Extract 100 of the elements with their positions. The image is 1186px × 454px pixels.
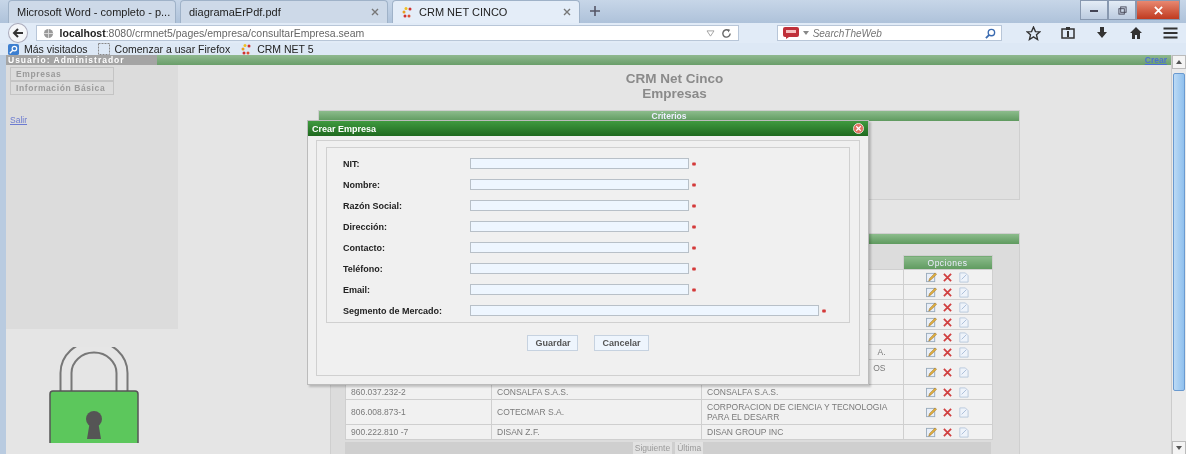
input-field[interactable] — [470, 263, 689, 274]
document-icon[interactable] — [958, 406, 969, 418]
delete-icon[interactable] — [943, 347, 952, 357]
browser-tab[interactable]: CRM NET CINCO — [392, 0, 580, 23]
document-icon[interactable] — [958, 271, 969, 283]
field-label: Razón Social: — [343, 200, 403, 211]
edit-icon[interactable] — [926, 426, 937, 438]
input-field[interactable] — [470, 158, 689, 169]
input-field[interactable] — [470, 284, 689, 295]
edit-icon[interactable] — [926, 406, 937, 418]
dropdown-icon[interactable] — [802, 31, 809, 35]
restore-button[interactable] — [1108, 0, 1136, 20]
input-field[interactable] — [470, 179, 689, 190]
edit-icon[interactable] — [926, 331, 937, 343]
document-icon[interactable] — [958, 346, 969, 358]
delete-icon[interactable] — [943, 272, 952, 282]
document-icon[interactable] — [958, 366, 969, 378]
menu-icon[interactable] — [1163, 27, 1178, 39]
globe-icon — [42, 27, 54, 39]
left-arrow-icon — [11, 27, 24, 39]
field-label: Nombre: — [343, 179, 381, 190]
edit-icon[interactable] — [926, 366, 937, 378]
search-bar[interactable]: SearchTheWeb — [776, 25, 1002, 41]
search-field[interactable]: SearchTheWeb — [812, 27, 981, 39]
close-button[interactable] — [1136, 0, 1180, 20]
field-label: NIT: — [343, 158, 361, 169]
page-title: Empresas — [642, 86, 707, 101]
table-cell: 860.037.232-2 — [351, 387, 406, 397]
dots-logo-icon — [401, 6, 413, 18]
delete-icon[interactable] — [943, 317, 952, 327]
minimize-icon — [1089, 7, 1099, 13]
edit-icon[interactable] — [926, 286, 937, 298]
down-arrow-icon[interactable] — [1176, 446, 1182, 450]
table-cell: DISAN GROUP INC — [707, 427, 784, 437]
dropdown-icon[interactable] — [705, 29, 715, 37]
field-label: Email: — [343, 284, 371, 295]
bookmark[interactable]: CRM NET 5 — [240, 43, 314, 55]
close-icon — [1153, 5, 1163, 15]
magnifier-icon — [8, 43, 19, 55]
delete-icon[interactable] — [943, 407, 952, 417]
table-cell-text: A. — [876, 347, 887, 357]
input-field[interactable] — [470, 200, 689, 211]
delete-icon[interactable] — [943, 302, 952, 312]
bookmark[interactable]: Más visitados — [8, 43, 88, 55]
search-icon[interactable] — [985, 27, 996, 39]
scrollbar[interactable] — [1171, 55, 1186, 454]
dashed-square-icon — [97, 43, 110, 55]
table-cell-text: OS — [872, 362, 887, 375]
restore-icon — [1117, 5, 1127, 15]
document-icon[interactable] — [958, 426, 969, 438]
delete-icon[interactable] — [943, 332, 952, 342]
close-icon[interactable] — [371, 8, 379, 16]
edit-icon[interactable] — [926, 346, 937, 358]
table-cell: COTECMAR S.A. — [497, 407, 565, 417]
edit-icon[interactable] — [926, 301, 937, 313]
delete-icon[interactable] — [943, 387, 952, 397]
clipboard-icon[interactable] — [1061, 26, 1075, 40]
up-arrow-icon[interactable] — [1176, 60, 1182, 64]
delete-icon[interactable] — [943, 427, 952, 437]
edit-icon[interactable] — [926, 386, 937, 398]
browser-tab[interactable]: diagramaErPdf.pdf — [180, 0, 388, 23]
download-icon[interactable] — [1095, 26, 1109, 40]
delete-icon[interactable] — [943, 367, 952, 377]
reload-icon[interactable] — [720, 27, 732, 39]
dialog-button[interactable]: Guardar — [527, 335, 579, 351]
edit-icon[interactable] — [926, 316, 937, 328]
delete-icon[interactable] — [943, 287, 952, 297]
padlock-icon — [48, 347, 140, 443]
table-cell: CORPORACION DE CIENCIA Y TECNOLOGIA PARA EL DESARR — [707, 402, 887, 422]
table-cell: CONSALFA S.A.S. — [497, 387, 569, 397]
address-bar[interactable]: localhost:8080/crmnet5/pages/empresa/consultarEmpresa.seam — [35, 25, 739, 41]
app-title: CRM Net Cinco — [625, 71, 724, 86]
home-icon[interactable] — [1129, 26, 1143, 40]
column-header: Opciones — [903, 255, 992, 270]
table-cell: 806.008.873-1 — [351, 407, 406, 417]
field-label: Teléfono: — [343, 263, 384, 274]
document-icon[interactable] — [958, 386, 969, 398]
document-icon[interactable] — [958, 331, 969, 343]
browser-tab[interactable]: Microsoft Word - completo - p... — [8, 0, 176, 23]
panel-header: Criterios — [319, 111, 1019, 121]
back-button[interactable] — [8, 23, 28, 43]
input-field[interactable] — [470, 305, 819, 316]
dialog-button[interactable]: Cancelar — [594, 335, 649, 351]
star-icon[interactable] — [1026, 25, 1041, 41]
close-icon[interactable] — [563, 8, 571, 16]
input-field[interactable] — [470, 242, 689, 253]
field-label: Segmento de Mercado: — [343, 305, 444, 316]
table-cell: CONSALFA S.A.S. — [707, 387, 779, 397]
document-icon[interactable] — [958, 286, 969, 298]
dialog-title: Crear Empresa — [312, 123, 377, 134]
document-icon[interactable] — [958, 316, 969, 328]
bookmark[interactable]: Comenzar a usar Firefox — [97, 43, 231, 55]
table-cell: 900.222.810 -7 — [351, 427, 409, 437]
edit-icon[interactable] — [926, 271, 937, 283]
new-tab-icon[interactable] — [590, 6, 600, 16]
input-field[interactable] — [470, 221, 689, 232]
minimize-button[interactable] — [1080, 0, 1108, 20]
dots-logo-icon — [240, 43, 253, 55]
user-label: Usuario: Administrador — [6, 55, 157, 65]
document-icon[interactable] — [958, 301, 969, 313]
